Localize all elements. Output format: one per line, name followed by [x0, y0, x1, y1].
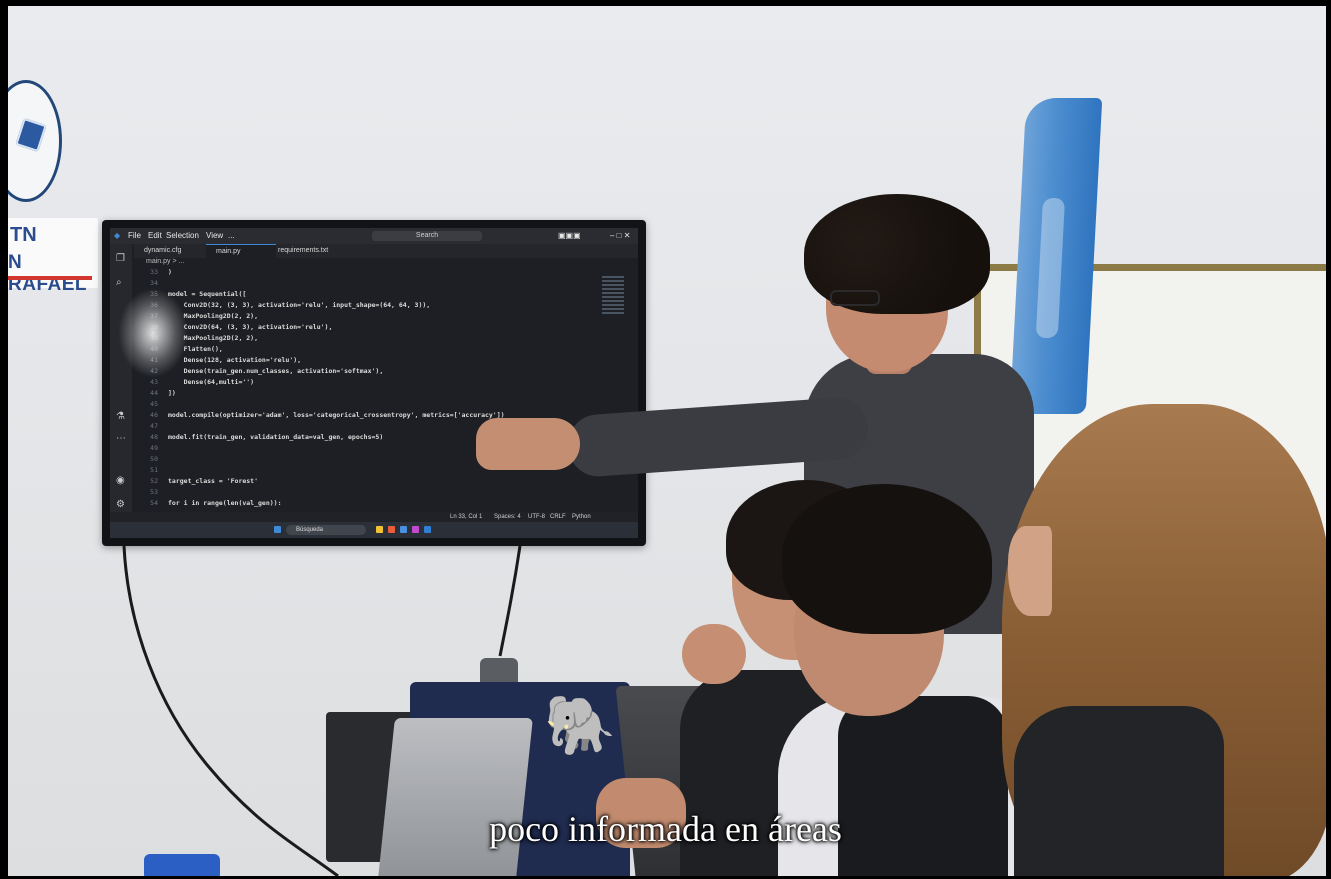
line-number: 54	[150, 499, 158, 507]
search-icon[interactable]: ⌕	[116, 278, 126, 288]
video-subtitle: poco informada en áreas	[489, 809, 842, 849]
status-encoding[interactable]: UTF-8	[528, 512, 545, 522]
line-number: 43	[150, 378, 158, 386]
start-icon[interactable]	[274, 526, 281, 533]
menu-selection[interactable]: Selection	[166, 228, 199, 244]
line-number: 47	[150, 422, 158, 430]
menu-more[interactable]: ...	[228, 228, 235, 244]
breadcrumb[interactable]: main.py > ...	[146, 258, 184, 265]
folder-icon[interactable]	[376, 526, 383, 533]
activity-bar: ❐ ⌕ ⚗ ⋯ ◉ ⚙	[110, 244, 132, 520]
editor-tabs: dynamic.cfg main.py requirements.txt	[134, 244, 638, 259]
code-line[interactable]: ])	[168, 389, 176, 397]
explorer-icon[interactable]: ❐	[116, 254, 126, 264]
code-line[interactable]: Dense(128, activation='relu'),	[168, 356, 301, 364]
blue-tape-dispenser	[144, 854, 220, 876]
tab-dynamic-cfg[interactable]: dynamic.cfg	[134, 244, 214, 258]
elephant-icon: 🐘	[544, 693, 617, 758]
screen-glare	[118, 288, 188, 378]
code-line[interactable]: target_class = 'Forest'	[168, 477, 258, 485]
code-line[interactable]: )	[168, 268, 172, 276]
line-number: 33	[150, 268, 158, 276]
code-line[interactable]: Dense(64,multi='')	[168, 378, 254, 386]
laptop-silver	[377, 718, 533, 876]
flask-icon[interactable]: ⚗	[116, 412, 126, 422]
tab-requirements[interactable]: requirements.txt	[268, 244, 368, 258]
line-number: 50	[150, 455, 158, 463]
wall-tv: ◆ File Edit Selection View ... Search ▣▣…	[102, 220, 646, 546]
student-3-jacket	[1014, 706, 1224, 876]
code-line[interactable]: Conv2D(32, (3, 3), activation='relu', in…	[168, 301, 431, 309]
vscode-logo-icon: ◆	[114, 231, 121, 240]
more-icon[interactable]: ⋯	[116, 434, 126, 444]
code-line[interactable]: model.compile(optimizer='adam', loss='ca…	[168, 411, 505, 419]
student-3-face	[1008, 526, 1052, 616]
code-line[interactable]: Dense(train_gen.num_classes, activation=…	[168, 367, 384, 375]
tab-main-py[interactable]: main.py	[206, 244, 276, 259]
student-1-hand	[682, 624, 746, 684]
line-number: 51	[150, 466, 158, 474]
taskbar-search[interactable]: Búsqueda	[286, 525, 366, 535]
status-spaces[interactable]: Spaces: 4	[494, 512, 521, 522]
menu-view[interactable]: View	[206, 228, 223, 244]
windows-taskbar: Búsqueda	[110, 522, 638, 538]
menu-file[interactable]: File	[128, 228, 141, 244]
line-number: 52	[150, 477, 158, 485]
command-search-box[interactable]: Search	[372, 231, 482, 241]
line-number: 48	[150, 433, 158, 441]
tv-screen-vscode: ◆ File Edit Selection View ... Search ▣▣…	[110, 228, 638, 538]
code-line[interactable]: for i in range(len(val_gen)):	[168, 499, 282, 507]
code-line[interactable]: model.fit(train_gen, validation_data=val…	[168, 433, 383, 441]
code-line[interactable]: model = Sequential([	[168, 290, 246, 298]
presenter-pointing-hand	[476, 418, 580, 470]
line-number: 45	[150, 400, 158, 408]
layout-icon[interactable]: ▣▣▣	[558, 228, 581, 244]
browser-icon[interactable]	[400, 526, 407, 533]
store-icon[interactable]	[412, 526, 419, 533]
status-eol[interactable]: CRLF	[550, 512, 566, 522]
settings-icon[interactable]: ⚙	[116, 500, 126, 510]
line-number: 49	[150, 444, 158, 452]
line-number: 53	[150, 488, 158, 496]
line-number: 46	[150, 411, 158, 419]
account-icon[interactable]: ◉	[116, 476, 126, 486]
window-controls-icon[interactable]: – □ ✕	[610, 228, 630, 244]
code-editor[interactable]: 33)3435model = Sequential([36 Conv2D(32,…	[136, 268, 606, 512]
status-language[interactable]: Python	[572, 512, 591, 522]
editor-titlebar: ◆ File Edit Selection View ... Search ▣▣…	[110, 228, 638, 244]
menu-edit[interactable]: Edit	[148, 228, 162, 244]
code-line[interactable]: Conv2D(64, (3, 3), activation='relu'),	[168, 323, 333, 331]
line-number: 34	[150, 279, 158, 287]
app-icon[interactable]	[388, 526, 395, 533]
photo-frame: TN N RAFAEL ◆ File Edit Selection View .…	[8, 6, 1326, 876]
minimap[interactable]	[602, 276, 624, 316]
glasses-icon	[830, 290, 880, 306]
line-number: 44	[150, 389, 158, 397]
status-bar: Ln 33, Col 1 Spaces: 4 UTF-8 CRLF Python	[110, 512, 638, 522]
student-2-hair	[782, 484, 992, 634]
status-position[interactable]: Ln 33, Col 1	[450, 512, 482, 522]
vscode-taskbar-icon[interactable]	[424, 526, 431, 533]
